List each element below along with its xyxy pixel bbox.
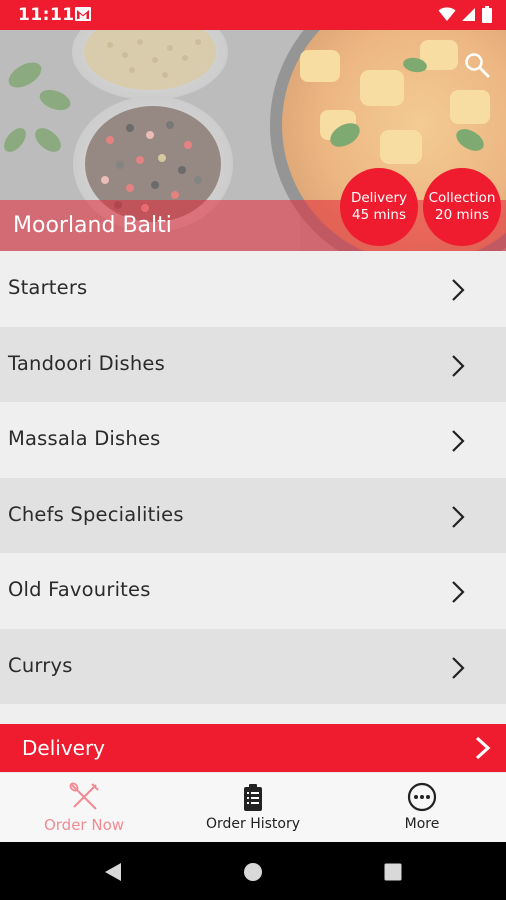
clipboard-icon bbox=[244, 784, 262, 811]
nav-order-now[interactable]: Order Now bbox=[0, 773, 168, 843]
home-icon[interactable] bbox=[242, 861, 264, 883]
wifi-icon bbox=[438, 7, 456, 21]
gmail-icon bbox=[75, 7, 91, 21]
menu-category-label: Starters bbox=[8, 276, 88, 299]
menu-category-starters[interactable]: Starters bbox=[0, 251, 506, 327]
menu-category-chefs-specialities[interactable]: Chefs Specialities bbox=[0, 477, 506, 553]
more-icon bbox=[407, 782, 437, 812]
chevron-right-icon bbox=[452, 430, 465, 452]
chevron-right-icon bbox=[452, 354, 465, 377]
nav-order-history[interactable]: Order History bbox=[169, 773, 337, 843]
chevron-right-icon bbox=[452, 656, 465, 679]
order-type-bar[interactable]: Delivery bbox=[0, 724, 506, 772]
restaurant-header: Moorland Balti Delivery 45 mins Collecti… bbox=[0, 30, 506, 251]
chevron-right-icon bbox=[452, 581, 465, 603]
system-navigation-bar bbox=[0, 842, 506, 900]
fork-knife-icon bbox=[69, 782, 99, 810]
badge-time: 20 mins bbox=[435, 207, 489, 223]
status-icons bbox=[438, 6, 492, 23]
chevron-right-icon bbox=[475, 736, 491, 760]
menu-category-tandoori-dishes[interactable]: Tandoori Dishes bbox=[0, 326, 506, 402]
menu-category-old-favourites[interactable]: Old Favourites bbox=[0, 553, 506, 629]
battery-icon bbox=[482, 6, 492, 23]
menu-category-label: Massala Dishes bbox=[8, 427, 161, 450]
nav-more[interactable]: More bbox=[338, 773, 506, 843]
badge-time: 45 mins bbox=[352, 207, 406, 223]
chevron-right-icon bbox=[452, 279, 465, 301]
status-bar: 11:11 bbox=[0, 0, 506, 30]
nav-label: Order Now bbox=[43, 816, 125, 834]
badge-title: Collection bbox=[428, 190, 496, 206]
restaurant-name: Moorland Balti bbox=[13, 213, 172, 238]
menu-category-list: Starters Tandoori Dishes Massala Dishes … bbox=[0, 251, 506, 704]
menu-category-label: Old Favourites bbox=[8, 578, 151, 601]
order-type-label: Delivery bbox=[22, 736, 106, 760]
chevron-right-icon bbox=[452, 505, 465, 528]
search-icon[interactable] bbox=[464, 52, 490, 78]
status-time: 11:11 bbox=[18, 5, 75, 25]
nav-label: More bbox=[404, 816, 440, 832]
badge-title: Delivery bbox=[350, 190, 408, 206]
menu-category-label: Chefs Specialities bbox=[8, 502, 184, 526]
list-spacer bbox=[0, 704, 506, 724]
bottom-navigation: Order Now Order History More bbox=[0, 772, 506, 842]
menu-category-currys[interactable]: Currys bbox=[0, 628, 506, 704]
delivery-time-badge: Delivery 45 mins bbox=[340, 168, 418, 246]
nav-label: Order History bbox=[205, 816, 301, 832]
collection-time-badge: Collection 20 mins bbox=[423, 168, 501, 246]
recents-icon[interactable] bbox=[382, 861, 404, 883]
back-icon[interactable] bbox=[102, 861, 124, 883]
menu-category-label: Currys bbox=[8, 653, 73, 677]
signal-icon bbox=[462, 8, 475, 21]
menu-category-massala-dishes[interactable]: Massala Dishes bbox=[0, 402, 506, 478]
menu-category-label: Tandoori Dishes bbox=[8, 351, 165, 375]
